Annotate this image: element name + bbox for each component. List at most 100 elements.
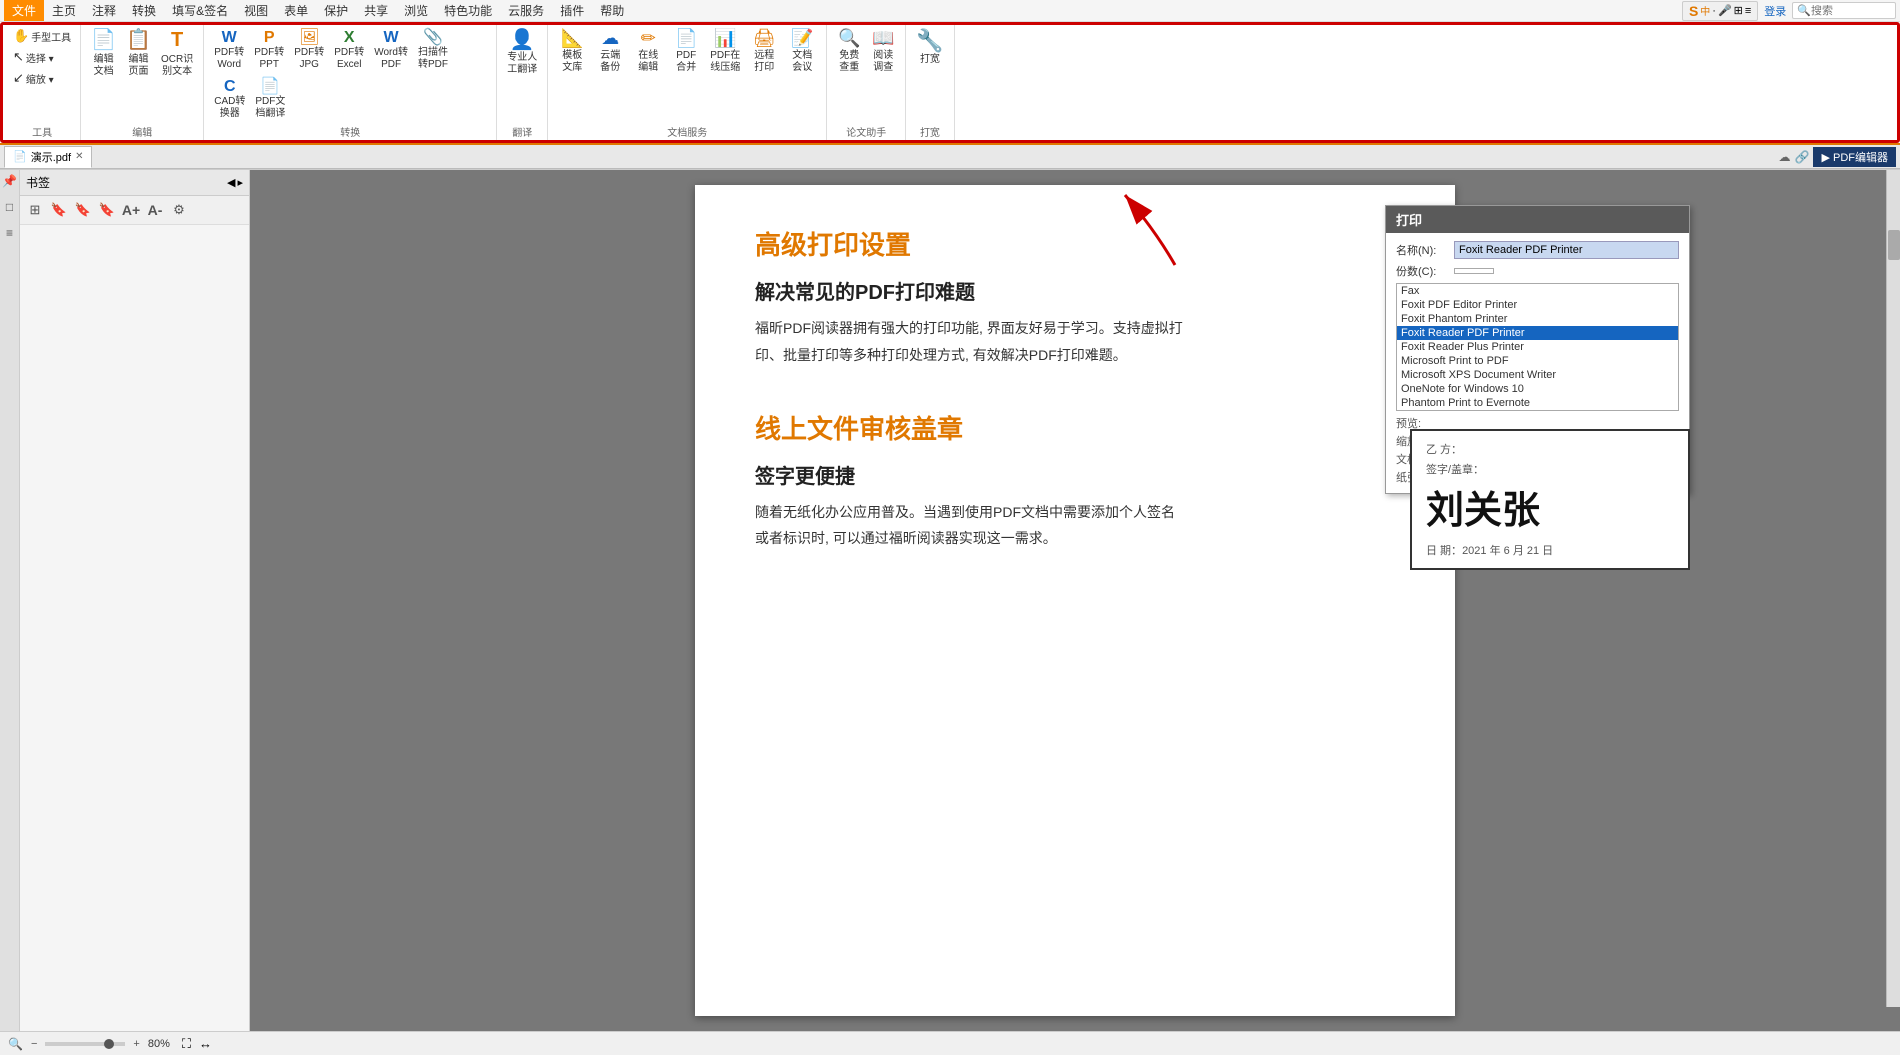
doc-meeting-button[interactable]: 📝 文档会议 [784,26,820,76]
fit-width-button[interactable]: ↔ [199,1036,212,1051]
pdf-to-word-button[interactable]: W PDF转Word [210,26,248,73]
zoom-slider[interactable] [45,1042,125,1046]
translate-group-label: 翻译 [512,122,532,139]
tab-demo-pdf[interactable]: 📄 演示.pdf ✕ [4,146,92,168]
print-copies-input[interactable] [1454,268,1494,274]
select-button[interactable]: ↖选择 ▾ [10,47,74,67]
red-arrow [1095,180,1195,270]
sidebar-header: 书签 ◀ ▸ [20,170,249,196]
edit-doc-button[interactable]: 📄 编辑文档 [87,26,120,80]
sidebar-icon-2[interactable]: □ [6,200,13,214]
menu-item-view[interactable]: 视图 [236,0,276,21]
scan-to-pdf-button[interactable]: 📎 扫描件转PDF [414,26,452,73]
paper-group-label: 论文助手 [846,122,886,139]
menu-item-convert[interactable]: 转换 [124,0,164,21]
professional-translate-button[interactable]: 👤 专业人工翻译 [503,26,541,78]
fullscreen-button[interactable]: ⛶ [182,1036,191,1052]
left-icon-strip: 📌 □ ≡ [0,170,20,1031]
sidebar-tool-5[interactable]: A+ [120,199,142,221]
sidebar-tool-7[interactable]: ⚙ [168,199,190,221]
menu-item-file[interactable]: 文件 [4,0,44,21]
ribbon-group-print-wide: 🔧 打宽 打宽 [906,24,954,141]
pdf-translate-button[interactable]: 📄 PDF文档翻译 [251,75,289,122]
sig-party-label: 乙 方： [1426,441,1674,457]
sign-section: 线上文件审核盖章 签字更便捷 随着无纸化办公应用普及。当遇到使用PDF文档中需要… [755,409,1395,552]
printer-foxit-phantom[interactable]: Foxit Phantom Printer [1397,312,1678,326]
sidebar-expand-button[interactable]: ◀ [227,176,235,189]
printer-ms-xps[interactable]: Microsoft XPS Document Writer [1397,368,1678,382]
template-library-button[interactable]: 📐 模板文库 [554,26,590,76]
sidebar-tool-2[interactable]: 🔖 [48,199,70,221]
printer-fax[interactable]: Fax [1397,284,1678,298]
free-check-button[interactable]: 🔍 免费查重 [833,26,865,76]
cloud-backup-button[interactable]: ☁ 云端备份 [592,26,628,76]
cad-converter-button[interactable]: C CAD转换器 [210,75,249,122]
tab-bar: 📄 演示.pdf ✕ ☁ 🔗 ▶ PDF编辑器 [0,145,1900,169]
pdf-editor-button[interactable]: ▶ PDF编辑器 [1813,147,1896,167]
sign-text: 随着无纸化办公应用普及。当遇到使用PDF文档中需要添加个人签名或者标识时, 可以… [755,499,1185,552]
remote-print-button[interactable]: 🖨 远程打印 [746,26,782,76]
zoom-minus[interactable]: − [31,1038,37,1050]
menu-item-share[interactable]: 共享 [356,0,396,21]
pdf-merge-button[interactable]: 📄 PDF合并 [668,26,704,76]
app-body: 📌 □ ≡ 书签 ◀ ▸ ⊞ 🔖 🔖 🔖 A+ A- ⚙ [0,170,1900,1031]
zoom-plus[interactable]: + [133,1038,139,1050]
zoom-button[interactable]: ↙缩放 ▾ [10,68,74,88]
sidebar-tool-1[interactable]: ⊞ [24,199,46,221]
convert-group-label: 转换 [340,122,360,139]
print-name-value[interactable]: Foxit Reader PDF Printer [1454,241,1679,259]
pdf-to-jpg-button[interactable]: 🖼 PDF转JPG [290,26,328,73]
menu-item-browse[interactable]: 浏览 [396,0,436,21]
pdf-to-ppt-button[interactable]: P PDF转PPT [250,26,288,73]
menu-item-cloud[interactable]: 云服务 [500,0,552,21]
sidebar-collapse-button[interactable]: ▸ [237,176,243,189]
ribbon-toolbar: ✋手型工具 ↖选择 ▾ ↙缩放 ▾ 工具 📄 编辑文档 [0,22,1900,145]
menu-item-form[interactable]: 表单 [276,0,316,21]
menu-item-home[interactable]: 主页 [44,0,84,21]
printer-foxit-plus[interactable]: Foxit Reader Plus Printer [1397,340,1678,354]
hand-tool-button[interactable]: ✋手型工具 [10,26,74,46]
ocr-button[interactable]: T OCR识别文本 [157,26,197,80]
menu-item-plugin[interactable]: 插件 [552,0,592,21]
word-to-pdf-button[interactable]: W Word转PDF [370,26,412,73]
ribbon-group-edit: 📄 编辑文档 📋 编辑页面 T OCR识别文本 编辑 [81,24,204,141]
pdf-to-excel-button[interactable]: X PDF转Excel [330,26,368,73]
sig-date: 日 期：2021 年 6 月 21 日 [1426,542,1674,558]
tab-label: 演示.pdf [31,149,71,165]
menu-item-special[interactable]: 特色功能 [436,0,500,21]
menu-item-protect[interactable]: 保护 [316,0,356,21]
printer-phantom-evernote[interactable]: Phantom Print to Evernote [1397,396,1678,410]
print-wide-group-label: 打宽 [920,122,940,139]
printer-ms-pdf[interactable]: Microsoft Print to PDF [1397,354,1678,368]
tab-close-button[interactable]: ✕ [75,151,83,162]
online-edit-button[interactable]: ✏ 在线编辑 [630,26,666,76]
print-text: 福昕PDF阅读器拥有强大的打印功能, 界面友好易于学习。支持虚拟打印、批量打印等… [755,315,1185,368]
zoom-value: 80% [148,1038,170,1050]
printer-onenote[interactable]: OneNote for Windows 10 [1397,382,1678,396]
printer-foxit-reader[interactable]: Foxit Reader PDF Printer [1397,326,1678,340]
reading-survey-button[interactable]: 📖 阅读调查 [867,26,899,76]
printer-foxit-editor[interactable]: Foxit PDF Editor Printer [1397,298,1678,312]
sidebar-icon-3[interactable]: ≡ [6,226,13,240]
edit-page-button[interactable]: 📋 编辑页面 [122,26,155,80]
zoom-out-icon[interactable]: 🔍 [8,1037,23,1051]
pdf-compress-button[interactable]: 📊 PDF在线压缩 [706,26,744,76]
menu-item-sign[interactable]: 填写&签名 [164,0,236,21]
sidebar-tool-3[interactable]: 🔖 [72,199,94,221]
menu-item-comment[interactable]: 注释 [84,0,124,21]
sign-section-title: 线上文件审核盖章 [755,409,1395,446]
sign-subtitle: 签字更便捷 [755,460,1395,489]
print-wide-button[interactable]: 🔧 打宽 [912,26,947,68]
vertical-scrollbar[interactable] [1886,170,1900,1007]
sidebar-tool-4[interactable]: 🔖 [96,199,118,221]
zoom-thumb [104,1039,114,1049]
menu-item-help[interactable]: 帮助 [592,0,632,21]
search-input[interactable] [1811,5,1891,17]
sidebar-panel: 书签 ◀ ▸ ⊞ 🔖 🔖 🔖 A+ A- ⚙ [20,170,250,1031]
ribbon-group-doc-service: 📐 模板文库 ☁ 云端备份 ✏ 在线编辑 📄 PDF合并 📊 PDF在 [548,24,827,141]
sidebar-icon-1[interactable]: 📌 [2,174,17,188]
sidebar-tool-6[interactable]: A- [144,199,166,221]
print-copies-row: 份数(C): [1396,263,1679,279]
login-button[interactable]: 登录 [1764,3,1786,19]
scrollbar-thumb[interactable] [1888,230,1900,260]
